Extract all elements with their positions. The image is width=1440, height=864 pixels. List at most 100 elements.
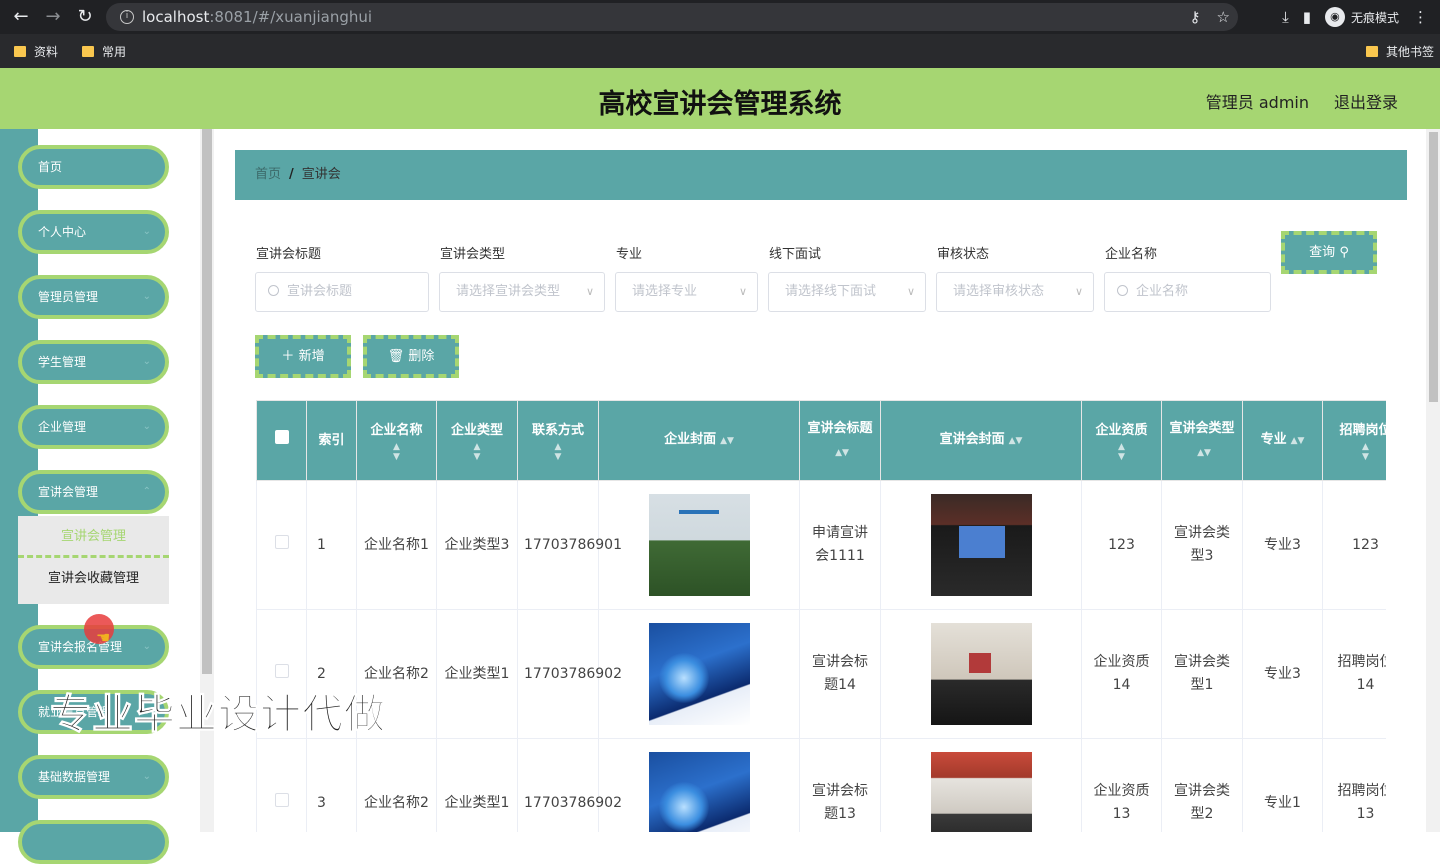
header-talk-cover[interactable]: 宣讲会封面 ▲▼ bbox=[880, 400, 1082, 481]
company-cover-image[interactable] bbox=[648, 752, 750, 832]
row-checkbox[interactable] bbox=[274, 792, 289, 807]
cell-qualification: 123 bbox=[1081, 480, 1162, 610]
sidebar-item-base-data[interactable]: 基础数据管理 ⌄ bbox=[18, 755, 169, 799]
company-cover-image[interactable] bbox=[648, 494, 750, 596]
table-row: 1 企业名称1 企业类型3 17703786901 申请宣讲会1111 123 … bbox=[256, 480, 1386, 610]
sort-icon: ▲▼ bbox=[1197, 447, 1211, 458]
cell-index: 3 bbox=[306, 738, 357, 832]
sidebar-item-home[interactable]: 首页 bbox=[18, 145, 169, 189]
major-select[interactable]: 请选择专业 ∨ bbox=[615, 272, 758, 312]
header-talk-title[interactable]: 宣讲会标题 ▲▼ bbox=[799, 400, 881, 481]
delete-button[interactable]: 🗑 删除 bbox=[363, 335, 459, 378]
add-button[interactable]: ＋ 新增 bbox=[255, 335, 351, 378]
address-bar[interactable]: i localhost:8081/#/xuanjianghui ⚷ ☆ bbox=[106, 3, 1238, 31]
interview-select[interactable]: 请选择线下面试 ∨ bbox=[768, 272, 926, 312]
header-qualification[interactable]: 企业资质 ▲ ▼ bbox=[1081, 400, 1162, 481]
cell-talk-type: 宣讲会类型3 bbox=[1161, 480, 1243, 610]
header-talk-type[interactable]: 宣讲会类型 ▲▼ bbox=[1161, 400, 1243, 481]
placeholder: 请选择专业 bbox=[632, 284, 698, 299]
submenu-item-favorites[interactable]: 宣讲会收藏管理 bbox=[18, 558, 169, 600]
chevron-down-icon: ⌄ bbox=[142, 421, 151, 432]
chevron-down-icon: ∨ bbox=[738, 285, 747, 298]
sidebar-item-students[interactable]: 学生管理 ⌄ bbox=[18, 340, 169, 384]
type-select[interactable]: 请选择宣讲会类型 ∨ bbox=[439, 272, 605, 312]
talk-cover-image[interactable] bbox=[930, 752, 1032, 832]
sidepanel-icon[interactable]: ▮ bbox=[1303, 8, 1311, 26]
talk-cover-image[interactable] bbox=[930, 623, 1032, 725]
key-icon[interactable]: ⚷ bbox=[1190, 8, 1201, 26]
placeholder: 企业名称 bbox=[1136, 284, 1189, 299]
sidebar-item-companies[interactable]: 企业管理 ⌄ bbox=[18, 405, 169, 449]
bookmark-label: 资料 bbox=[34, 44, 59, 59]
sort-icon: ▲▼ bbox=[393, 442, 400, 462]
sort-icon: ▲▼ bbox=[1290, 436, 1305, 446]
chevron-down-icon: ⌄ bbox=[142, 771, 151, 782]
query-button[interactable]: 查询 ⚲ bbox=[1281, 231, 1377, 274]
title-search-input[interactable]: 宣讲会标题 bbox=[255, 272, 429, 312]
cell-talk-cover bbox=[880, 609, 1082, 739]
cell-qualification: 企业资质14 bbox=[1081, 609, 1162, 739]
cell-phone: 17703786901 bbox=[517, 480, 622, 610]
cell-talk-title: 宣讲会标题14 bbox=[799, 609, 881, 739]
submenu-item-talks[interactable]: 宣讲会管理 bbox=[18, 516, 169, 558]
talk-cover-image[interactable] bbox=[930, 494, 1032, 596]
sidebar-item-admins[interactable]: 管理员管理 ⌄ bbox=[18, 275, 169, 319]
search-icon bbox=[1117, 285, 1128, 296]
watermark: 专业毕业设计代做 bbox=[50, 690, 386, 739]
sort-icon: ▲▼ bbox=[1008, 436, 1023, 446]
sidebar-item-profile[interactable]: 个人中心 ⌄ bbox=[18, 210, 169, 254]
filter-label-interview: 线下面试 bbox=[769, 247, 822, 262]
info-icon[interactable]: i bbox=[120, 10, 134, 24]
header-label: 宣讲会封面 bbox=[939, 432, 1005, 447]
sort-icon: ▲▼ bbox=[554, 442, 562, 462]
status-select[interactable]: 请选择审核状态 ∨ bbox=[936, 272, 1094, 312]
logout-link[interactable]: 退出登录 bbox=[1334, 89, 1398, 113]
page-scrollbar-thumb[interactable] bbox=[1429, 132, 1438, 402]
cell-talk-type: 宣讲会类型2 bbox=[1161, 738, 1243, 832]
back-icon[interactable]: ← bbox=[10, 6, 32, 28]
incognito-badge[interactable]: ◉ 无痕模式 bbox=[1324, 7, 1399, 27]
company-search-input[interactable]: 企业名称 bbox=[1104, 272, 1271, 312]
placeholder: 请选择线下面试 bbox=[785, 284, 877, 299]
header-label: 专业 bbox=[1260, 432, 1287, 447]
filter-label-type: 宣讲会类型 bbox=[440, 247, 506, 262]
cell-company: 企业名称1 bbox=[356, 480, 437, 610]
breadcrumb-home[interactable]: 首页 bbox=[255, 167, 281, 182]
sidebar-item-talks[interactable]: 宣讲会管理 ⌃ bbox=[18, 470, 169, 514]
header-company[interactable]: 企业名称 ▲ ▼ bbox=[356, 400, 437, 481]
reload-icon[interactable]: ↻ bbox=[74, 6, 96, 28]
sidebar-item-more[interactable] bbox=[18, 820, 169, 864]
cell-type: 企业类型1 bbox=[436, 609, 518, 739]
placeholder: 请选择审核状态 bbox=[953, 284, 1045, 299]
company-cover-image[interactable] bbox=[648, 623, 750, 725]
forward-icon[interactable]: → bbox=[42, 6, 64, 28]
header-label: 招聘岗位 bbox=[1339, 423, 1386, 438]
browser-toolbar: ← → ↻ i localhost:8081/#/xuanjianghui ⚷ … bbox=[0, 0, 1440, 34]
header-post[interactable]: 招聘岗位 ▲ ▼ bbox=[1322, 400, 1386, 481]
header-label: 企业封面 bbox=[664, 432, 717, 447]
placeholder: 请选择宣讲会类型 bbox=[456, 284, 561, 299]
sidebar-scrollbar-thumb[interactable] bbox=[202, 129, 212, 674]
star-icon[interactable]: ☆ bbox=[1217, 8, 1230, 26]
sort-icon: ▲▼ bbox=[1118, 442, 1125, 462]
bookmark-folder[interactable]: 常用 bbox=[82, 43, 126, 60]
header-label: 企业名称 bbox=[370, 423, 423, 438]
header-company-cover[interactable]: 企业封面 ▲▼ bbox=[598, 400, 800, 481]
cell-talk-title: 申请宣讲会1111 bbox=[799, 480, 881, 610]
select-all-checkbox[interactable] bbox=[274, 430, 289, 444]
table-row: 2 企业名称2 企业类型1 17703786902 宣讲会标题14 企业资质14… bbox=[256, 609, 1386, 739]
table-header-row: 索引 企业名称 ▲ ▼ 企业类型 ▲ ▼ 联系方式 ▲ ▼ 企业封面 ▲▼ 宣讲会标题▲▼ 宣… bbox=[256, 400, 1386, 481]
header-phone[interactable]: 联系方式 ▲ ▼ bbox=[517, 400, 599, 481]
cell-talk-type: 宣讲会类型1 bbox=[1161, 609, 1243, 739]
menu-icon[interactable]: ⋮ bbox=[1413, 8, 1428, 26]
other-bookmarks[interactable]: 其他书签 bbox=[1365, 34, 1434, 68]
folder-icon bbox=[1365, 45, 1378, 57]
header-type[interactable]: 企业类型 ▲ ▼ bbox=[436, 400, 518, 481]
row-checkbox[interactable] bbox=[274, 534, 289, 549]
header-major[interactable]: 专业 ▲▼ bbox=[1242, 400, 1323, 481]
row-checkbox[interactable] bbox=[274, 663, 289, 678]
header-label: 联系方式 bbox=[531, 423, 584, 438]
bookmark-folder[interactable]: 资料 bbox=[14, 43, 58, 60]
download-icon[interactable]: ⤓ bbox=[1282, 8, 1289, 26]
cell-type: 企业类型1 bbox=[436, 738, 518, 832]
